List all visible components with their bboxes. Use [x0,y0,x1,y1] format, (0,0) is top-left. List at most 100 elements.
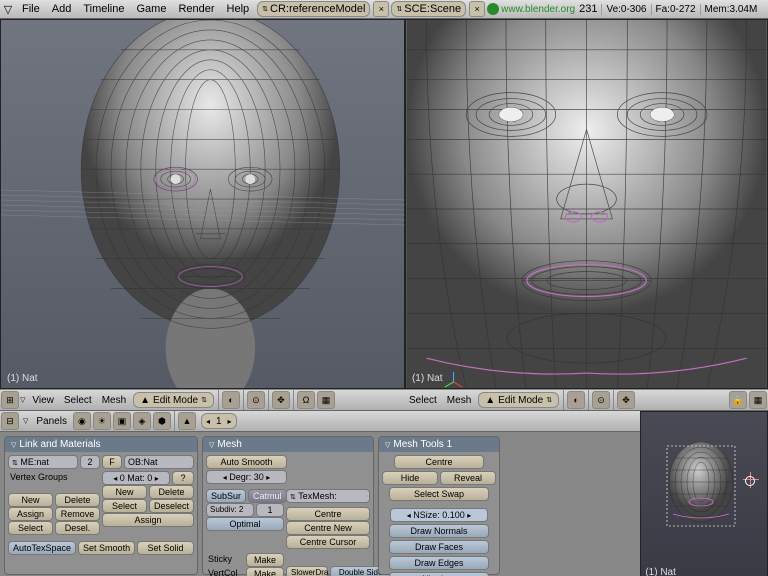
menu-help[interactable]: Help [221,3,256,15]
vg-new-button[interactable]: New [8,493,53,507]
subsurf-button[interactable]: SubSur [206,489,246,503]
menu-select[interactable]: Select [59,395,97,406]
layers-icon[interactable]: ▦ [749,391,767,409]
page-nav[interactable]: ◂1▸ [201,413,237,429]
mode-selector-r[interactable]: ▲Edit Mode⇅ [478,392,559,408]
vg-select-button[interactable]: Select [8,521,53,535]
context-icon-5[interactable]: ⬢ [153,412,171,430]
setsmooth-button[interactable]: Set Smooth [78,541,135,555]
context-icon-2[interactable]: ☀ [93,412,111,430]
mat-deselect-button[interactable]: Deselect [149,499,194,513]
catmul-button[interactable]: Catmul [248,489,287,503]
subcontext-icon[interactable]: ▲ [178,412,196,430]
vg-assign-button[interactable]: Assign [8,507,53,521]
scene-selector[interactable]: ⇅SCE:Scene [391,1,466,17]
lock-icon[interactable]: 🔒 [729,391,747,409]
panel-link-materials: ▽Link and Materials ⇅ ME:nat 2 F OB:Nat … [4,436,198,575]
viewport-header-right: Select Mesh ▲Edit Mode⇅ ◐ ⊙ ✥ 🔒 ▦ [404,389,768,411]
alledges-button[interactable]: All edges [389,572,489,576]
centrenew-button[interactable]: Centre New [286,521,370,535]
buttons-type-icon[interactable]: ⊟ [1,412,19,430]
screen-close-icon[interactable]: × [373,1,389,17]
context-icon-3[interactable]: ▣ [113,412,131,430]
selectswap-button[interactable]: Select Swap [389,487,489,501]
top-menu-bar: ▽ File Add Timeline Game Render Help ⇅CR… [0,0,768,19]
viewport-mini-label: (1) Nat [645,567,676,576]
panels-label: Panels [31,416,72,427]
object-name-field[interactable]: OB:Nat [124,455,194,469]
vertcol-make-button[interactable]: Make [246,567,284,576]
reveal-button[interactable]: Reveal [440,471,496,485]
panel-mesh-header[interactable]: ▽Mesh [203,437,373,452]
drawnormals-button[interactable]: Draw Normals [389,524,489,538]
mat-assign-button[interactable]: Assign [102,513,194,527]
material-help-button[interactable]: ? [172,471,194,485]
pivot-icon-r[interactable]: ⊙ [592,391,610,409]
mat-delete-button[interactable]: Delete [149,485,194,499]
panel-mesh: ▽Mesh Auto Smooth ◂ Degr: 30 ▸ SubSurCat… [202,436,374,575]
vertex-groups-label: Vertex Groups [8,471,100,483]
vg-delete-button[interactable]: Delete [55,493,100,507]
mat-new-button[interactable]: New [102,485,147,499]
context-icon-4[interactable]: ◈ [133,412,151,430]
pivot-icon[interactable]: ⊙ [247,391,265,409]
shading-icon[interactable]: ◐ [222,391,240,409]
menu-view[interactable]: View [27,395,59,406]
menu-game[interactable]: Game [130,3,172,15]
drawfaces-button[interactable]: Draw Faces [389,540,489,554]
panels-header: ⊟ ▽ Panels ◉ ☀ ▣ ◈ ⬢ ▲ ◂1▸ [0,411,640,432]
snap-icon[interactable]: Ω [297,391,315,409]
fake-user-button[interactable]: F [102,455,122,469]
collapse-icon[interactable]: ▽ [3,4,13,14]
nsize-field[interactable]: ◂ NSize: 0.100 ▸ [390,508,488,522]
menu-add[interactable]: Add [46,3,78,15]
scene-close-icon[interactable]: × [469,1,485,17]
menu-file[interactable]: File [16,3,46,15]
centre-button[interactable]: Centre [286,507,370,521]
autosmooth-button[interactable]: Auto Smooth [206,455,287,469]
bottom-row: ⊟ ▽ Panels ◉ ☀ ▣ ◈ ⬢ ▲ ◂1▸ ▽Link and Mat… [0,411,768,576]
sticky-make-button[interactable]: Make [246,553,284,567]
editor-type-icon[interactable]: ⊞ [1,391,19,409]
optimal-button[interactable]: Optimal [206,517,284,531]
viewport-left[interactable]: (1) Nat [0,19,405,389]
centrecursor-button[interactable]: Centre Cursor [286,535,370,549]
blender-url[interactable]: www.blender.org [501,4,575,15]
mesh-users[interactable]: 2 [80,455,100,469]
mat-select-button[interactable]: Select [102,499,147,513]
manipulator-icon-r[interactable]: ✥ [617,391,635,409]
slowerdraw-button[interactable]: SlowerDra [286,566,328,576]
drawedges-button[interactable]: Draw Edges [389,556,489,570]
degr-field[interactable]: ◂ Degr: 30 ▸ [206,470,287,484]
material-nav[interactable]: ◂ 0 Mat: 0 ▸ [102,471,170,485]
panel-tools-header[interactable]: ▽Mesh Tools 1 [379,437,499,452]
viewport-right[interactable]: (1) Nat [405,19,768,389]
mode-selector[interactable]: ▲Edit Mode⇅ [133,392,214,408]
viewport-left-label: (1) Nat [7,373,38,384]
menu-render[interactable]: Render [172,3,220,15]
viewport-header-left: ⊞ ▽ View Select Mesh ▲Edit Mode⇅ ◐ ⊙ ✥ Ω… [0,389,404,411]
menu-mesh-r[interactable]: Mesh [442,395,476,406]
menu-select-r[interactable]: Select [404,395,442,406]
viewports-row: (1) Nat [0,19,768,389]
render-icon[interactable]: ▦ [317,391,335,409]
subdiv-field[interactable]: Subdiv: 2 [206,503,254,517]
shading-icon-r[interactable]: ◐ [567,391,585,409]
texmesh-field[interactable]: ⇅ TexMesh: [286,489,370,503]
setsolid-button[interactable]: Set Solid [137,541,194,555]
hide-button[interactable]: Hide [382,471,438,485]
centre-button-2[interactable]: Centre [394,455,484,469]
panel-link-header[interactable]: ▽Link and Materials [5,437,197,452]
vg-remove-button[interactable]: Remove [55,507,100,521]
subdiv-render-field[interactable]: 1 [256,503,284,517]
autotexspace-button[interactable]: AutoTexSpace [8,541,76,555]
menu-timeline[interactable]: Timeline [77,3,130,15]
viewport-mini[interactable]: (1) Nat [640,411,768,576]
mesh-name-field[interactable]: ⇅ ME:nat [8,455,78,469]
manipulator-icon[interactable]: ✥ [272,391,290,409]
menu-mesh[interactable]: Mesh [97,395,131,406]
context-icon-1[interactable]: ◉ [73,412,91,430]
vg-deselect-button[interactable]: Desel. [55,521,100,535]
vertcol-label: VertCol [206,567,244,576]
screen-selector[interactable]: ⇅CR:referenceModel [257,1,370,17]
